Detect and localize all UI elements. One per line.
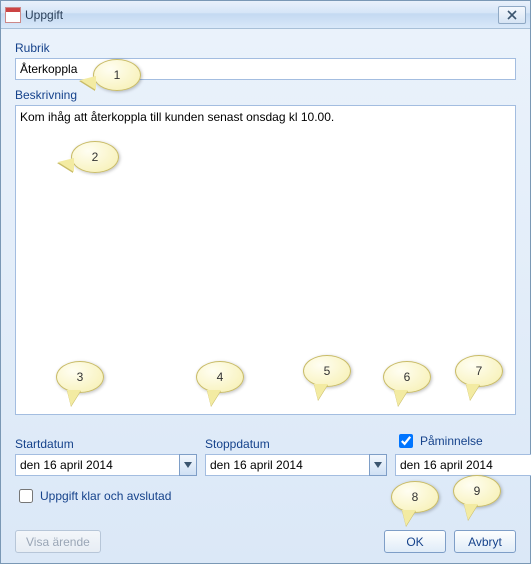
visa-arende-button: Visa ärende (15, 530, 101, 553)
stoppdatum-dropdown-button[interactable] (369, 454, 387, 476)
paminnelse-date-input[interactable] (395, 454, 531, 476)
uppgift-klar-checkbox[interactable] (19, 489, 33, 503)
stoppdatum-label: Stoppdatum (205, 437, 387, 451)
beskrivning-textarea[interactable] (15, 105, 516, 415)
beskrivning-wrap (15, 105, 516, 415)
beskrivning-label: Beskrivning (15, 88, 516, 102)
task-dialog: Uppgift Rubrik Beskrivning Startdatum (0, 0, 531, 564)
startdatum-label: Startdatum (15, 437, 197, 451)
avbryt-button[interactable]: Avbryt (454, 530, 516, 553)
chevron-down-icon (184, 462, 192, 468)
window-title: Uppgift (25, 8, 498, 22)
done-row: Uppgift klar och avslutad (15, 486, 516, 506)
close-button[interactable] (498, 6, 526, 24)
rubrik-label: Rubrik (15, 41, 516, 55)
startdatum-input[interactable] (15, 454, 179, 476)
startdatum-field (15, 454, 197, 476)
uppgift-klar-label: Uppgift klar och avslutad (40, 489, 171, 503)
startdatum-dropdown-button[interactable] (179, 454, 197, 476)
paminnelse-checkbox[interactable] (399, 434, 413, 448)
dialog-body: Rubrik Beskrivning Startdatum Stoppdatum (1, 29, 530, 563)
dates-row: Startdatum Stoppdatum (15, 431, 516, 476)
ok-button[interactable]: OK (384, 530, 446, 553)
app-icon (5, 7, 21, 23)
chevron-down-icon (374, 462, 382, 468)
close-icon (507, 10, 517, 20)
footer: Visa ärende OK Avbryt (15, 506, 516, 553)
rubrik-input[interactable] (15, 58, 516, 80)
paminnelse-date-field (395, 454, 531, 476)
stoppdatum-input[interactable] (205, 454, 369, 476)
stoppdatum-field (205, 454, 387, 476)
paminnelse-label: Påminnelse (420, 434, 483, 448)
titlebar: Uppgift (1, 1, 530, 29)
